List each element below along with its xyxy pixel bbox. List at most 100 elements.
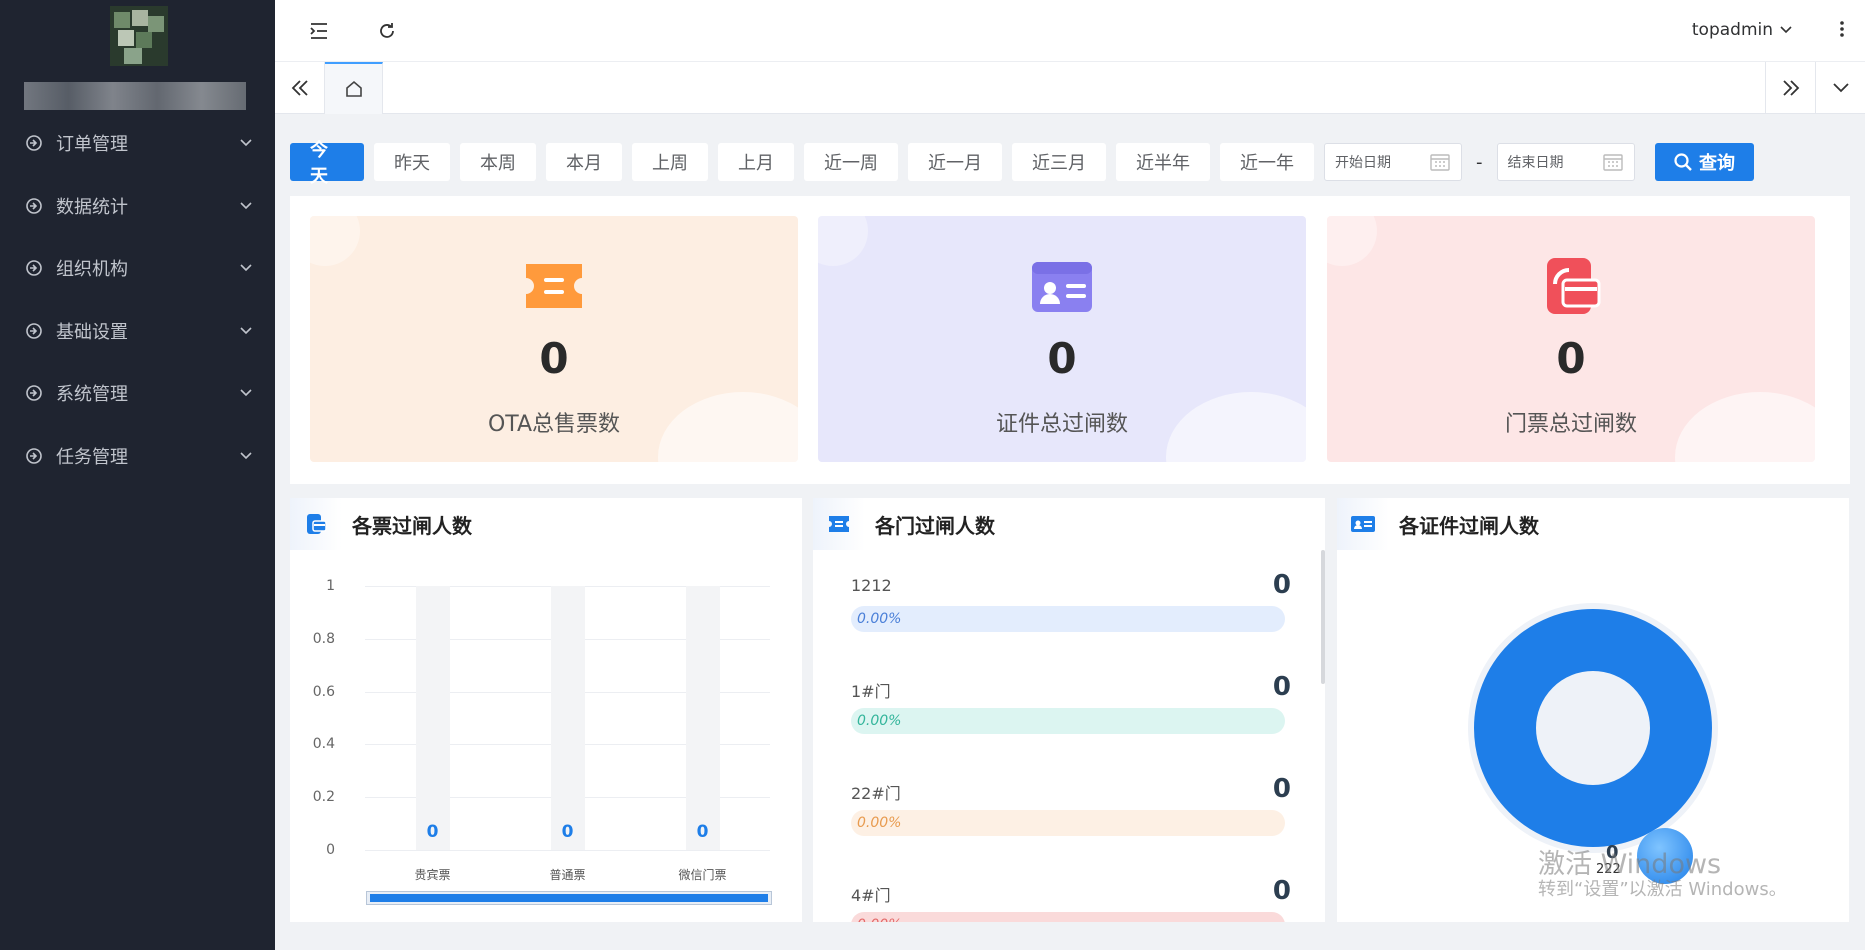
range-past-3-months-button[interactable]: 近三月	[1012, 143, 1106, 181]
sidebar-menu: 订单管理 数据统计 组织机构 基础设置 系统管理 任务管理	[0, 112, 275, 487]
id-card-icon	[1032, 262, 1092, 312]
query-button[interactable]: 查询	[1654, 143, 1754, 181]
gate-passes-panel: 各门过闸人数 1212 0 0.00% 1#门 0 0.00% 22#门 0 0.00% 4#门 0…	[813, 498, 1325, 922]
gate-value: 0	[1272, 672, 1291, 702]
end-date-input[interactable]: 结束日期	[1496, 143, 1635, 181]
end-date-placeholder: 结束日期	[1507, 155, 1564, 171]
home-icon	[345, 80, 362, 97]
sidebar-item-label: 基础设置	[56, 321, 128, 343]
chevron-down-icon	[1780, 26, 1792, 34]
range-this-week-button[interactable]: 本周	[460, 143, 536, 181]
range-today-button[interactable]: 今天	[290, 140, 364, 187]
double-chevron-right-icon	[1782, 80, 1799, 96]
scroll-right-button[interactable]	[1765, 62, 1815, 114]
double-chevron-left-icon	[291, 80, 308, 96]
range-past-half-year-button[interactable]: 近半年	[1116, 143, 1210, 181]
username: topadmin	[1691, 20, 1773, 40]
gate-list-scrollbar[interactable]	[1321, 550, 1325, 684]
sidebar-item-label: 订单管理	[56, 134, 128, 156]
gate-value: 0	[1272, 774, 1291, 804]
x-tick-label: 贵宾票	[414, 868, 451, 882]
gate-name: 1#门	[851, 682, 891, 701]
x-tick-label: 普通票	[549, 868, 586, 882]
y-tick-label: 0.6	[312, 683, 335, 700]
panel-title: 各票过闸人数	[290, 498, 472, 550]
collapse-menu-button[interactable]	[305, 17, 333, 45]
calendar-icon	[1602, 154, 1623, 171]
sidebar: 订单管理 数据统计 组织机构 基础设置 系统管理 任务管理	[0, 0, 275, 950]
chevron-down-icon	[240, 451, 252, 459]
panel-title: 各门过闸人数	[813, 498, 995, 550]
tab-home[interactable]	[325, 62, 383, 114]
gate-value: 0	[1272, 876, 1291, 906]
range-past-year-button[interactable]: 近一年	[1220, 143, 1314, 181]
gate-value: 0	[1272, 570, 1291, 600]
ticket-passes-panel: 各票过闸人数 1 0.8 0.6 0.4 0.2 0 0 贵宾票 0 普通票 0 微信门票	[290, 498, 802, 922]
gate-progress-bar: 0.00%	[851, 708, 1285, 734]
menu-icon	[26, 385, 42, 402]
stat-card-cert-passes: 0 证件总过闸数	[818, 216, 1306, 462]
stat-value: 0	[1047, 334, 1077, 383]
stat-label: 证件总过闸数	[995, 412, 1128, 437]
scroll-left-button[interactable]	[275, 62, 325, 114]
logo	[110, 6, 168, 66]
range-yesterday-button[interactable]: 昨天	[374, 143, 450, 181]
more-vertical-icon	[1840, 21, 1844, 37]
sidebar-item-label: 数据统计	[56, 196, 128, 218]
bar-value-label: 0	[426, 822, 439, 842]
more-button[interactable]	[1839, 18, 1845, 44]
range-last-month-button[interactable]: 上月	[718, 143, 794, 181]
sidebar-item-organization[interactable]: 组织机构	[0, 237, 275, 300]
gate-name: 22#门	[851, 784, 901, 803]
y-tick-label: 0.8	[312, 630, 335, 647]
ticket-icon	[526, 264, 582, 308]
tabs-menu-button[interactable]	[1815, 62, 1865, 114]
gate-progress-bar: 0.00%	[851, 912, 1285, 922]
chart-zoom-slider[interactable]	[366, 891, 772, 905]
gate-name: 4#门	[851, 886, 891, 905]
tags-view-bar	[275, 62, 1865, 114]
y-tick-label: 1	[326, 578, 335, 594]
bar-value-label: 0	[561, 822, 574, 842]
chevron-down-icon	[240, 264, 252, 272]
bar-value-label: 0	[696, 822, 709, 842]
bar-background	[415, 586, 450, 850]
panel-title-text: 各票过闸人数	[352, 513, 472, 538]
query-label: 查询	[1699, 153, 1735, 174]
range-last-week-button[interactable]: 上周	[632, 143, 708, 181]
range-past-month-button[interactable]: 近一月	[908, 143, 1002, 181]
refresh-button[interactable]	[373, 17, 401, 45]
range-past-week-button[interactable]: 近一周	[804, 143, 898, 181]
gate-progress-bar: 0.00%	[851, 810, 1285, 836]
panel-title-text: 各门过闸人数	[875, 513, 995, 538]
sidebar-item-system[interactable]: 系统管理	[0, 362, 275, 425]
date-filter-bar: 今天 昨天 本周 本月 上周 上月 近一周 近一月 近三月 近半年 近一年 开始…	[290, 140, 1754, 187]
gate-card-icon	[1547, 258, 1601, 314]
y-tick-label: 0.2	[312, 789, 335, 806]
user-dropdown[interactable]: topadmin	[1692, 20, 1793, 40]
sidebar-item-basic-settings[interactable]: 基础设置	[0, 300, 275, 363]
sidebar-item-tasks[interactable]: 任务管理	[0, 425, 275, 488]
calendar-icon	[1430, 154, 1450, 171]
sidebar-item-label: 组织机构	[56, 259, 128, 281]
date-separator: -	[1476, 151, 1483, 173]
chevron-down-icon	[240, 201, 252, 209]
gate-progress-bar: 0.00%	[851, 606, 1285, 632]
ticket-icon	[813, 498, 865, 550]
stat-value: 0	[1556, 334, 1586, 383]
bar-background	[550, 586, 585, 850]
sidebar-item-label: 任务管理	[56, 446, 128, 468]
stat-value: 0	[539, 334, 569, 383]
menu-icon	[26, 260, 42, 277]
start-date-input[interactable]: 开始日期	[1324, 143, 1462, 181]
sidebar-item-orders[interactable]: 订单管理	[0, 112, 275, 175]
range-this-month-button[interactable]: 本月	[546, 143, 622, 181]
chevron-down-icon	[240, 326, 252, 334]
top-header: topadmin	[275, 0, 1865, 62]
stat-label: 门票总过闸数	[1504, 412, 1637, 437]
menu-icon	[26, 447, 42, 464]
refresh-icon	[380, 23, 394, 38]
bar-background	[685, 586, 720, 850]
sidebar-item-statistics[interactable]: 数据统计	[0, 175, 275, 238]
menu-fold-icon	[310, 23, 327, 39]
